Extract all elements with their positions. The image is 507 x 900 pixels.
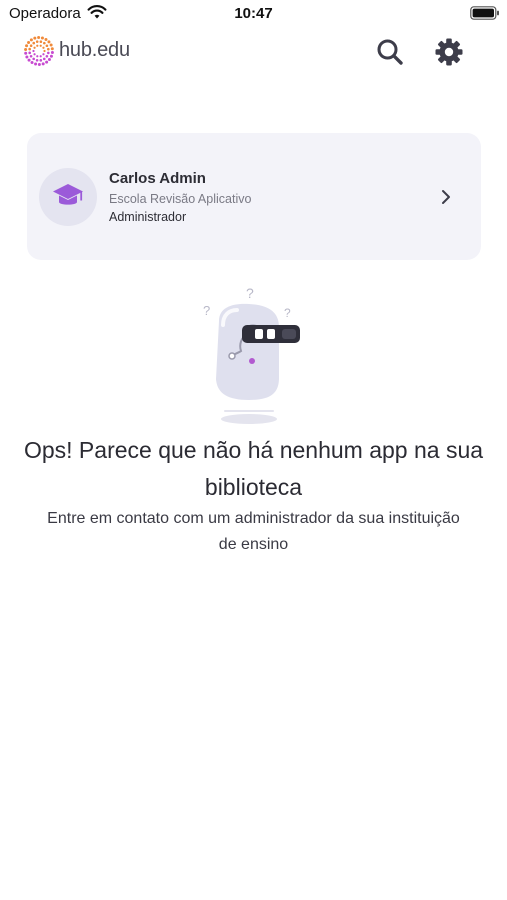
svg-text:?: ?	[284, 306, 291, 320]
empty-state-subtitle: Entre em contato com um administrador da…	[47, 510, 460, 553]
confused-robot-illustration: ? ? ?	[203, 285, 300, 424]
profile-card[interactable]: Carlos Admin Escola Revisão Aplicativo A…	[27, 133, 481, 260]
profile-name: Carlos Admin	[109, 170, 206, 187]
sunburst-logo-icon	[24, 36, 54, 66]
avatar	[39, 168, 97, 226]
empty-state-title: Ops! Parece que não há nenhum app na sua…	[23, 437, 484, 500]
battery-icon	[470, 6, 499, 20]
screen: Operadora 10:47 hub.edu Carlos Admin Esc…	[0, 0, 507, 900]
brand-name: hub.edu	[59, 39, 130, 61]
status-time: 10:47	[234, 5, 273, 22]
gear-icon[interactable]	[433, 36, 465, 68]
profile-role: Administrador	[109, 210, 187, 224]
profile-school: Escola Revisão Aplicativo	[109, 192, 252, 206]
svg-text:?: ?	[246, 285, 254, 301]
chevron-right-icon	[442, 190, 450, 204]
graduation-cap-icon	[53, 184, 83, 205]
search-icon[interactable]	[374, 36, 406, 68]
status-bar: Operadora 10:47	[0, 0, 507, 28]
svg-text:?: ?	[203, 303, 210, 318]
